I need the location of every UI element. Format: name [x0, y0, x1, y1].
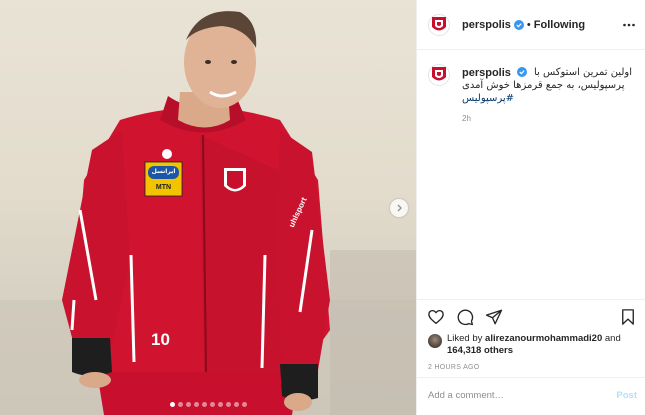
jersey-number: 10	[151, 330, 170, 349]
chevron-right-icon	[397, 204, 402, 212]
persepolis-logo-icon	[432, 16, 446, 30]
likes-text: Liked by alirezanourmohammadi20 and 164,…	[447, 333, 637, 357]
caption-username[interactable]: perspolis	[462, 67, 511, 79]
verified-badge-icon	[516, 67, 527, 77]
heart-icon[interactable]	[427, 308, 445, 326]
post-actions-area: Liked by alirezanourmohammadi20 and 164,…	[417, 299, 645, 377]
carousel-dot	[217, 402, 223, 407]
caption-age: 2h	[462, 114, 471, 123]
carousel-dot	[209, 402, 215, 407]
liker-avatar[interactable]	[428, 334, 442, 348]
carousel-dot	[193, 402, 199, 407]
carousel-next-button[interactable]	[390, 199, 408, 217]
caption-hashtag-row: #پرسپولیس	[462, 92, 638, 105]
caption-avatar[interactable]	[428, 64, 450, 86]
action-icons	[427, 308, 503, 326]
post-photo	[0, 11, 416, 415]
carousel-dot	[241, 402, 247, 407]
post-media[interactable]: ایرانسل MTN 10 uhlsport	[0, 0, 416, 415]
author-username[interactable]: perspolis	[462, 19, 511, 31]
verified-badge-icon	[513, 19, 524, 30]
following-button[interactable]: Following	[534, 19, 585, 31]
carousel-dot	[169, 402, 175, 407]
sponsor-text: ایرانسل	[151, 168, 176, 175]
caption-text-line2: پرسپولیس، به جمع قرمزها خوش آمدی	[462, 80, 625, 91]
comment-input[interactable]	[428, 390, 598, 401]
share-icon[interactable]	[485, 308, 503, 326]
persepolis-logo-icon	[432, 67, 446, 81]
carousel-dot	[185, 402, 191, 407]
post-side-panel: perspolis • Following perspolis اولین تم…	[416, 0, 645, 415]
carousel-dot	[225, 402, 231, 407]
post-timestamp: 2 HOURS AGO	[428, 364, 480, 371]
carousel-dot	[177, 402, 183, 407]
author-avatar[interactable]	[428, 13, 450, 36]
likes-others-link[interactable]: 164,318 others	[447, 345, 513, 356]
post-header: perspolis • Following	[417, 0, 645, 50]
post-comment-button[interactable]: Post	[616, 390, 637, 401]
comment-icon[interactable]	[456, 308, 474, 326]
sponsor-sub-text: MTN	[155, 184, 172, 191]
carousel-indicator	[0, 402, 416, 407]
carousel-dot	[233, 402, 239, 407]
carousel-dot	[201, 402, 207, 407]
likes-prefix: Liked by	[447, 333, 486, 344]
liker-username[interactable]: alirezanourmohammadi20	[485, 333, 602, 344]
caption-hashtag[interactable]: #پرسپولیس	[462, 93, 514, 104]
header-separator: •	[526, 18, 531, 31]
caption-body: perspolis اولین تمرین استوکس با پرسپولیس…	[462, 67, 638, 123]
comment-box: Post	[417, 377, 645, 415]
likes-conjunction: and	[602, 333, 621, 344]
instagram-post: ایرانسل MTN 10 uhlsport perspolis • Foll…	[0, 0, 645, 415]
bookmark-icon[interactable]	[619, 308, 637, 326]
more-options-icon[interactable]	[622, 18, 636, 32]
